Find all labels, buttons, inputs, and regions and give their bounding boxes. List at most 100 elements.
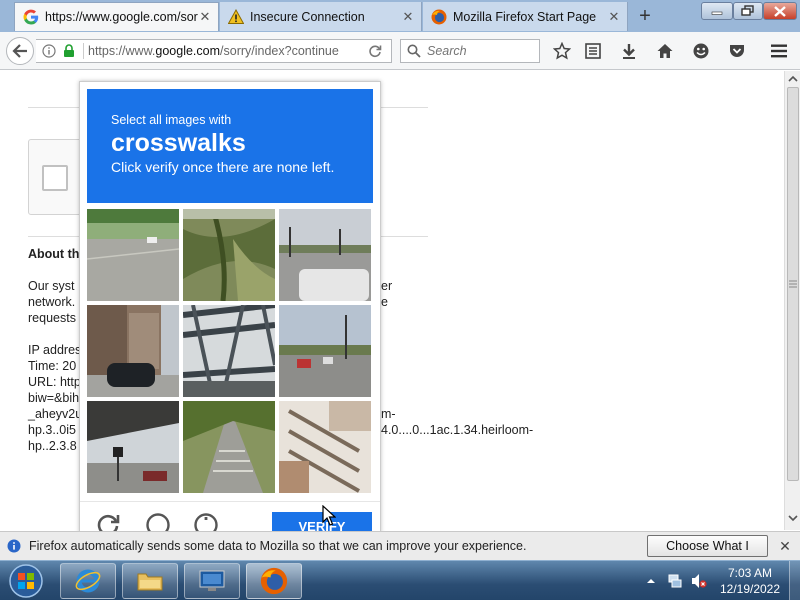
grip-icon xyxy=(789,280,797,288)
url-rest: /sorry/index?continue xyxy=(220,44,339,58)
reload-challenge-icon[interactable] xyxy=(96,512,122,533)
volume-muted-icon[interactable] xyxy=(691,573,707,589)
firefox-icon xyxy=(431,9,447,24)
info-line: IP addres xyxy=(28,343,82,357)
clock-time: 7:03 AM xyxy=(727,566,773,580)
scroll-up-arrow-icon[interactable] xyxy=(786,73,800,85)
notification-message: Firefox automatically sends some data to… xyxy=(29,539,527,553)
tab-title: Mozilla Firefox Start Page xyxy=(453,9,597,24)
home-icon[interactable] xyxy=(655,41,675,61)
image-tile-7[interactable] xyxy=(87,401,179,493)
tab-insecure-connection[interactable]: Insecure Connection ✕ xyxy=(220,2,422,31)
paragraph-line-end: er xyxy=(381,279,393,293)
start-button[interactable] xyxy=(6,563,46,599)
scroll-thumb[interactable] xyxy=(787,87,799,481)
reload-icon[interactable] xyxy=(368,44,382,58)
windows-taskbar: 7:03 AM 12/19/2022 xyxy=(0,560,800,600)
search-bar[interactable] xyxy=(400,39,540,63)
tab-firefox-start[interactable]: Mozilla Firefox Start Page ✕ xyxy=(423,2,628,31)
instruction-line: Click verify once there are none left. xyxy=(111,159,335,175)
info-line: biw=&bih xyxy=(28,391,80,405)
image-tile-4[interactable] xyxy=(87,305,179,397)
info-line-end: m- xyxy=(381,407,396,421)
new-tab-button[interactable]: + xyxy=(632,5,658,27)
image-tile-6[interactable] xyxy=(279,305,371,397)
image-tile-2[interactable] xyxy=(183,209,275,301)
window-close-button[interactable] xyxy=(763,2,797,20)
image-tile-5[interactable] xyxy=(183,305,275,397)
close-icon xyxy=(774,5,786,17)
internet-explorer-icon xyxy=(75,569,101,593)
bookmark-star-icon[interactable] xyxy=(552,41,572,61)
taskbar-network-monitor[interactable] xyxy=(184,563,240,599)
tab-strip: https://www.google.com/sorry/index? ✕ In… xyxy=(0,0,800,32)
google-icon xyxy=(23,9,39,25)
system-clock[interactable]: 7:03 AM 12/19/2022 xyxy=(716,565,784,597)
help-info-icon[interactable] xyxy=(193,512,219,533)
choose-what-i-share-button[interactable]: Choose What I Share xyxy=(647,535,768,573)
taskbar-file-explorer[interactable] xyxy=(122,563,178,599)
paragraph-line: Our syst xyxy=(28,279,75,293)
hello-smiley-icon[interactable] xyxy=(691,41,711,61)
paragraph-line-end: e xyxy=(381,295,388,309)
info-line: hp..2.3.8 xyxy=(28,439,77,453)
url-text[interactable]: https://www.google.com/sorry/index?conti… xyxy=(88,44,360,58)
image-tile-8[interactable] xyxy=(183,401,275,493)
url-host: google.com xyxy=(155,44,221,58)
reading-list-icon[interactable] xyxy=(583,41,603,61)
url-prefix: https://www. xyxy=(88,44,156,58)
not-a-robot-checkbox[interactable] xyxy=(42,165,68,191)
firefox-icon xyxy=(260,567,288,595)
tab-title: Insecure Connection xyxy=(250,9,365,24)
vertical-scrollbar[interactable] xyxy=(784,71,800,530)
info-line: hp.3..0i5 xyxy=(28,423,76,437)
about-heading: About th xyxy=(28,247,80,261)
mouse-cursor-icon xyxy=(322,505,336,526)
instruction-line: Select all images with xyxy=(111,113,232,127)
challenge-keyword: crosswalks xyxy=(111,129,246,157)
url-bar[interactable]: https://www.google.com/sorry/index?conti… xyxy=(36,39,392,63)
padlock-icon[interactable] xyxy=(63,44,75,58)
show-hidden-icons-icon[interactable] xyxy=(643,573,659,589)
restore-button[interactable] xyxy=(733,2,763,20)
challenge-instructions: Select all images with crosswalks Click … xyxy=(87,89,373,203)
warning-icon xyxy=(228,8,244,24)
taskbar-internet-explorer[interactable] xyxy=(60,563,116,599)
image-tile-3[interactable] xyxy=(279,209,371,301)
minimize-icon xyxy=(711,11,723,15)
info-line: _aheyv2u xyxy=(28,407,83,421)
show-desktop-button[interactable] xyxy=(789,561,800,600)
info-line: URL: http xyxy=(28,375,81,389)
notification-bar: Firefox automatically sends some data to… xyxy=(0,531,800,573)
pocket-icon[interactable] xyxy=(727,41,747,61)
back-arrow-icon xyxy=(12,44,27,58)
folder-icon xyxy=(137,573,163,591)
paragraph-line: requests xyxy=(28,311,76,325)
scroll-down-arrow-icon[interactable] xyxy=(786,512,800,524)
notification-close-icon[interactable]: ✕ xyxy=(777,538,793,554)
download-icon[interactable] xyxy=(619,41,639,61)
minimize-button[interactable] xyxy=(701,2,733,20)
search-icon xyxy=(407,44,421,58)
tab-close-icon[interactable]: ✕ xyxy=(198,9,212,25)
url-separator xyxy=(83,43,84,59)
info-line: Time: 20 xyxy=(28,359,77,373)
restore-icon xyxy=(741,5,754,16)
paragraph-line: network. xyxy=(28,295,76,309)
taskbar-firefox[interactable] xyxy=(246,563,302,599)
clock-date: 12/19/2022 xyxy=(719,582,781,596)
image-tile-1[interactable] xyxy=(87,209,179,301)
tab-close-icon[interactable]: ✕ xyxy=(401,9,415,25)
tab-google[interactable]: https://www.google.com/sorry/index? ✕ xyxy=(14,2,219,31)
menu-hamburger-icon[interactable] xyxy=(769,41,789,61)
network-icon[interactable] xyxy=(667,573,683,589)
back-button[interactable] xyxy=(6,37,34,65)
info-icon xyxy=(7,539,21,553)
recaptcha-challenge: Select all images with crosswalks Click … xyxy=(79,81,381,533)
audio-challenge-icon[interactable] xyxy=(145,512,171,533)
search-input[interactable] xyxy=(427,44,537,58)
info-icon[interactable] xyxy=(42,44,56,58)
tab-close-icon[interactable]: ✕ xyxy=(607,9,621,25)
image-tile-9[interactable] xyxy=(279,401,371,493)
tab-title: https://www.google.com/sorry/index? xyxy=(45,10,198,24)
